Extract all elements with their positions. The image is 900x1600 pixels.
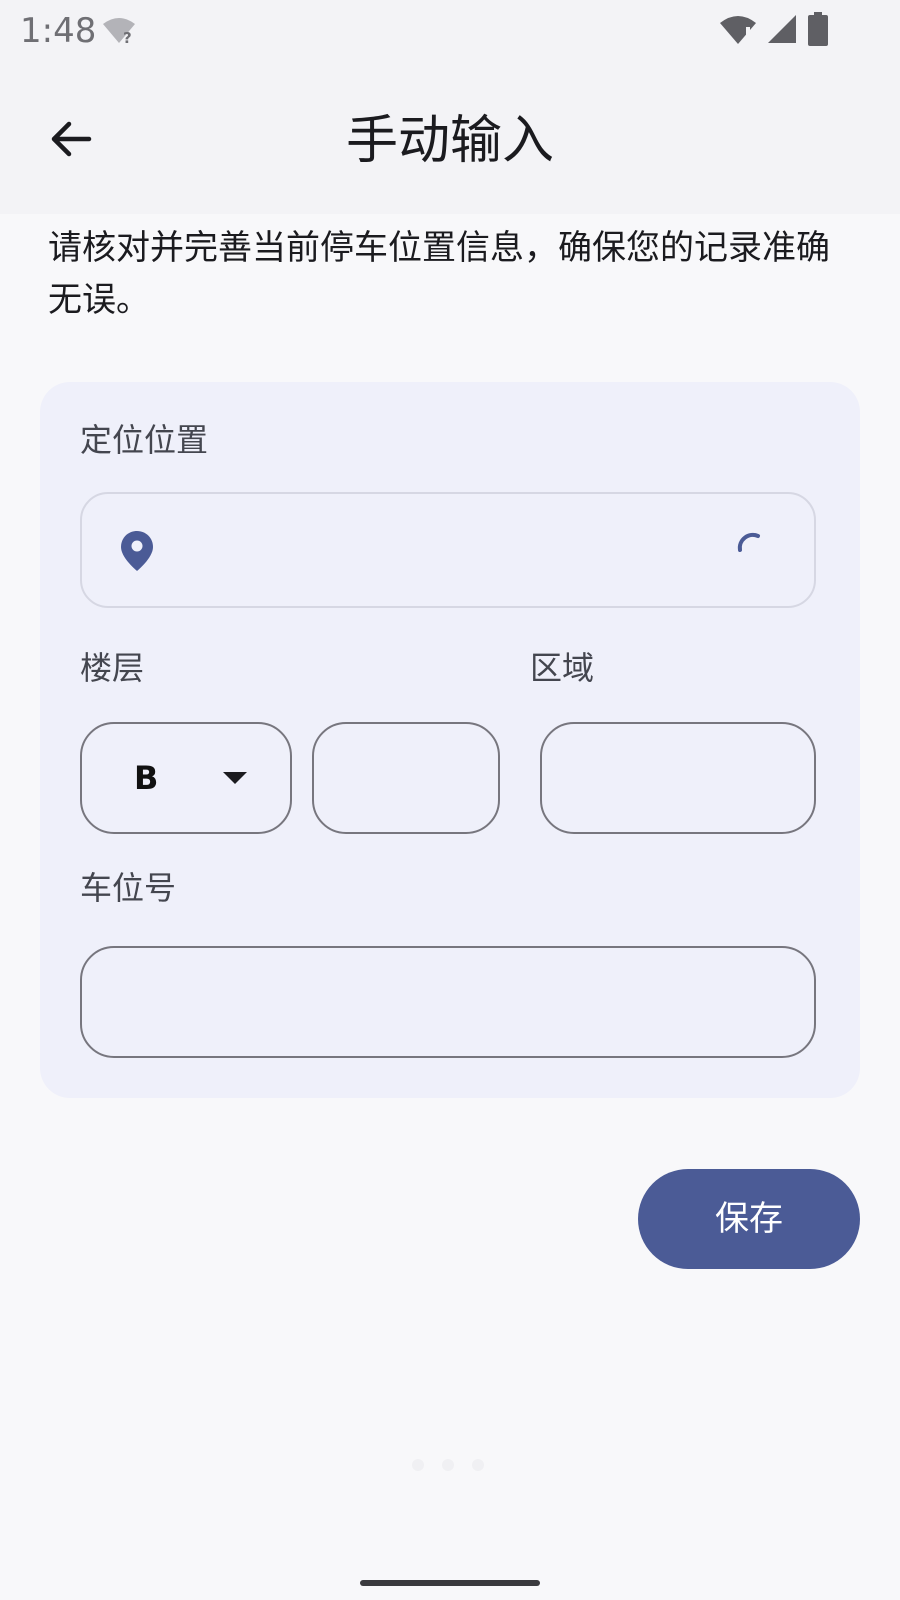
floor-label: 楼层: [80, 649, 145, 687]
parking-info-card: 定位位置 楼层 区域 B 车位号: [40, 382, 860, 1098]
save-button[interactable]: 保存: [638, 1169, 860, 1269]
zone-input[interactable]: [540, 722, 816, 834]
status-bar: 1:48 ?: [0, 0, 900, 62]
status-time: 1:48: [20, 11, 97, 51]
page-dot: [472, 1459, 484, 1471]
home-indicator[interactable]: [360, 1580, 540, 1586]
description-text: 请核对并完善当前停车位置信息，确保您的记录准确无误。: [48, 228, 830, 320]
status-icons: [718, 12, 830, 50]
location-field[interactable]: [80, 492, 816, 608]
battery-icon: [806, 12, 830, 50]
floor-number-input[interactable]: [312, 722, 500, 834]
zone-label: 区域: [530, 649, 595, 687]
location-label: 定位位置: [80, 421, 209, 459]
app-bar: 手动输入: [0, 62, 900, 214]
spot-number-input[interactable]: [80, 946, 816, 1058]
signal-icon: [766, 13, 798, 49]
page-title: 手动输入: [345, 111, 554, 171]
wifi-question-icon: ?: [101, 15, 137, 49]
svg-text:?: ?: [123, 29, 132, 45]
wifi-alert-icon: [718, 13, 758, 49]
page-dot: [412, 1459, 424, 1471]
dropdown-arrow-icon: [222, 770, 248, 789]
spot-label: 车位号: [80, 869, 177, 907]
loading-spinner-icon: [734, 530, 768, 568]
location-pin-icon: [120, 530, 154, 576]
floor-prefix-value: B: [134, 759, 159, 797]
page-indicator: [412, 1459, 484, 1471]
floor-prefix-dropdown[interactable]: B: [80, 722, 292, 834]
page-dot: [442, 1459, 454, 1471]
